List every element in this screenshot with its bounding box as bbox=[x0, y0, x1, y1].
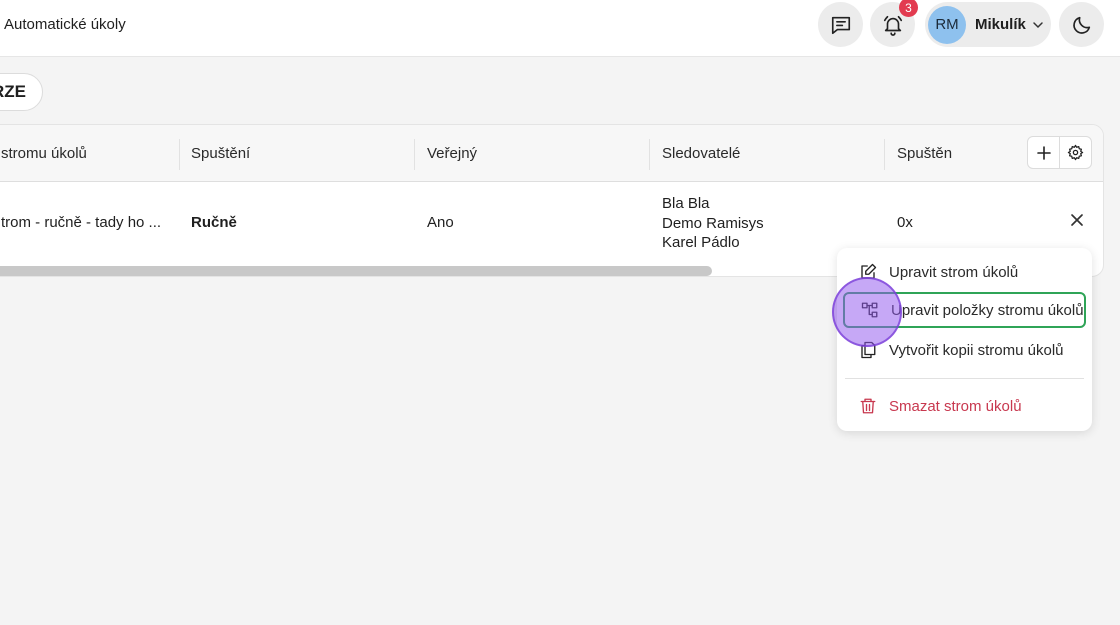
trash-icon bbox=[858, 397, 877, 416]
column-header-run-count[interactable]: Spuštěn bbox=[897, 125, 952, 182]
avatar: RM bbox=[928, 5, 966, 44]
top-bar: Automatické úkoly 3 RM Mikulík bbox=[0, 0, 1120, 57]
user-name: Mikulík bbox=[975, 16, 1026, 33]
task-tree-name: trom - ručně - tady ho ... bbox=[1, 214, 162, 231]
page-title: Automatické úkoly bbox=[4, 16, 126, 33]
click-indicator bbox=[832, 277, 902, 347]
menu-item-label: Upravit strom úkolů bbox=[889, 263, 1019, 281]
menu-divider bbox=[845, 378, 1084, 379]
theme-toggle-button[interactable] bbox=[1059, 2, 1104, 47]
messages-button[interactable] bbox=[818, 2, 863, 47]
menu-item-label: Vytvořit kopii stromu úkolů bbox=[889, 341, 1064, 359]
plus-icon bbox=[1036, 145, 1051, 160]
run-count-value: 0x bbox=[897, 214, 913, 231]
table-settings-button[interactable] bbox=[1059, 136, 1092, 169]
notification-badge: 3 bbox=[899, 0, 918, 17]
filter-chip-label: RZE bbox=[0, 82, 26, 101]
moon-icon bbox=[1072, 16, 1090, 34]
menu-item-label: Smazat strom úkolů bbox=[889, 397, 1022, 415]
gear-icon bbox=[1067, 144, 1084, 161]
column-header-trigger[interactable]: Spuštění bbox=[191, 125, 250, 182]
public-value: Ano bbox=[427, 214, 454, 231]
column-divider bbox=[884, 139, 885, 170]
follower-name: Demo Ramisys bbox=[662, 215, 764, 232]
message-icon bbox=[831, 16, 850, 34]
notifications-button[interactable]: 3 bbox=[870, 0, 918, 47]
bell-icon bbox=[883, 15, 902, 36]
filter-chip[interactable]: RZE bbox=[0, 73, 43, 111]
close-icon bbox=[1071, 214, 1083, 226]
menu-item-delete-tree[interactable]: Smazat strom úkolů bbox=[843, 388, 1086, 424]
column-header-public[interactable]: Veřejný bbox=[427, 125, 477, 182]
column-header-followers[interactable]: Sledovatelé bbox=[662, 125, 740, 182]
column-divider bbox=[179, 139, 180, 170]
trigger-value: Ručně bbox=[191, 214, 237, 231]
column-header-name[interactable]: stromu úkolů bbox=[1, 125, 87, 182]
table-header: stromu úkolů Spuštění Veřejný Sledovatel… bbox=[0, 125, 1103, 182]
menu-item-label: Upravit položky stromu úkolů bbox=[891, 301, 1084, 319]
horizontal-scrollbar[interactable] bbox=[0, 266, 712, 276]
chevron-down-icon bbox=[1032, 19, 1044, 31]
add-row-button[interactable] bbox=[1027, 136, 1060, 169]
column-divider bbox=[414, 139, 415, 170]
follower-name: Karel Pádlo bbox=[662, 234, 740, 251]
column-divider bbox=[649, 139, 650, 170]
follower-name: Bla Bla bbox=[662, 195, 710, 212]
row-actions-close-button[interactable] bbox=[1069, 212, 1085, 232]
user-menu-button[interactable]: RM Mikulík bbox=[925, 2, 1051, 47]
